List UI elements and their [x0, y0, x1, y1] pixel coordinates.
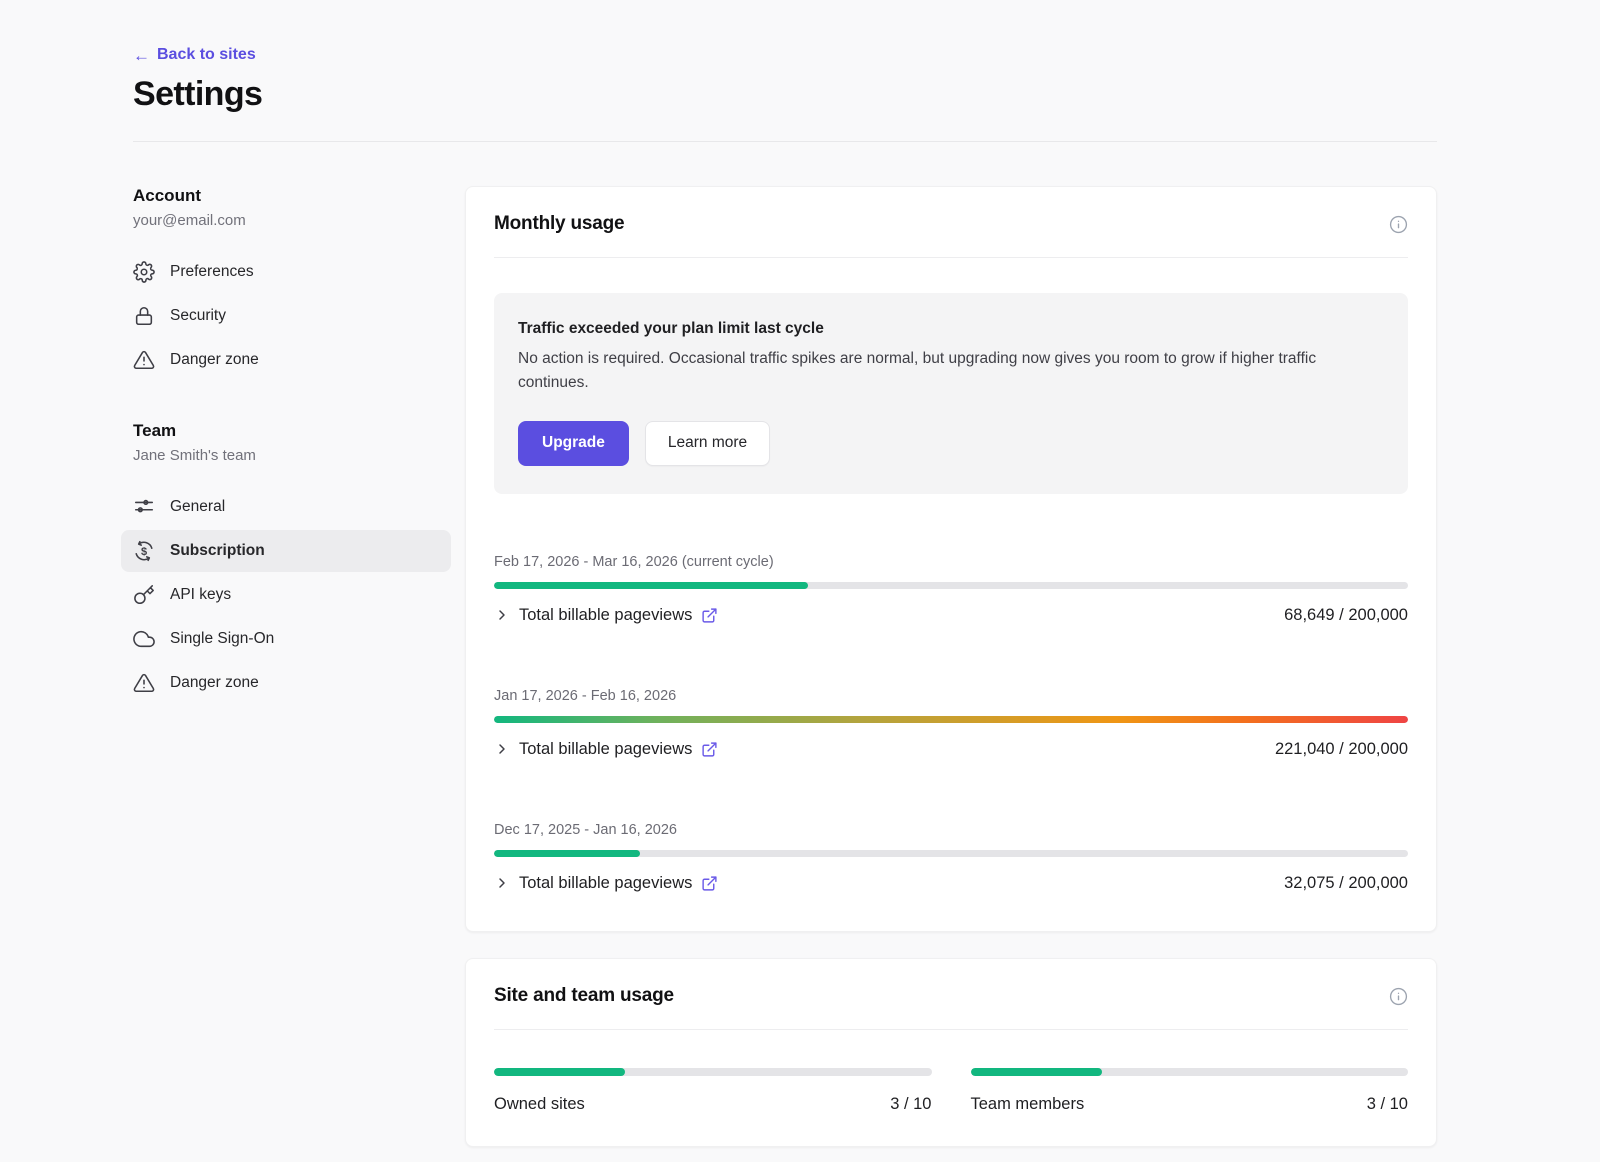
usage-value: 32,075 / 200,000: [1284, 874, 1408, 893]
usage-progress-track: [494, 850, 1408, 857]
notice-title: Traffic exceeded your plan limit last cy…: [518, 320, 1384, 338]
sidebar-item-general[interactable]: General: [121, 486, 451, 528]
usage-progress-track: [494, 716, 1408, 723]
sidebar-item-label: API keys: [170, 586, 231, 604]
sidebar-item-label: Danger zone: [170, 674, 259, 692]
svg-text:$: $: [141, 545, 147, 557]
lock-icon: [133, 305, 155, 327]
notice-body: No action is required. Occasional traffi…: [518, 347, 1384, 395]
card-divider: [494, 1029, 1408, 1030]
sidebar-item-account-danger-zone[interactable]: Danger zone: [121, 339, 451, 381]
sidebar-item-single-sign-on[interactable]: Single Sign-On: [121, 618, 451, 660]
metric-label: Total billable pageviews: [519, 740, 692, 759]
site-team-usage-card: Site and team usage Owned sites 3 / 10: [465, 958, 1437, 1147]
team-members-value: 3 / 10: [1367, 1095, 1408, 1114]
back-link-label: Back to sites: [157, 46, 256, 64]
usage-cycle-current: Feb 17, 2026 - Mar 16, 2026 (current cyc…: [494, 554, 1408, 625]
account-email: your@email.com: [133, 212, 439, 229]
sidebar-item-api-keys[interactable]: API keys: [121, 574, 451, 616]
usage-value: 221,040 / 200,000: [1275, 740, 1408, 759]
team-members-meter: Team members 3 / 10: [971, 1068, 1409, 1114]
sidebar-item-label: Security: [170, 307, 226, 325]
page-title: Settings: [133, 75, 1437, 114]
team-members-progress-track: [971, 1068, 1409, 1076]
owned-sites-progress-fill: [494, 1068, 625, 1076]
owned-sites-progress-track: [494, 1068, 932, 1076]
sliders-icon: [133, 496, 155, 518]
cloud-icon: [133, 628, 155, 650]
sidebar-item-subscription[interactable]: $ Subscription: [121, 530, 451, 572]
monthly-usage-card: Monthly usage Traffic exceeded your plan…: [465, 186, 1437, 932]
upgrade-button[interactable]: Upgrade: [518, 421, 629, 466]
owned-sites-label: Owned sites: [494, 1095, 585, 1114]
account-section-title: Account: [133, 186, 439, 206]
metric-label: Total billable pageviews: [519, 606, 692, 625]
warning-triangle-icon: [133, 672, 155, 694]
gear-icon: [133, 261, 155, 283]
sidebar-item-label: Preferences: [170, 263, 254, 281]
sidebar-item-label: Single Sign-On: [170, 630, 274, 648]
team-members-label: Team members: [971, 1095, 1085, 1114]
site-team-usage-title: Site and team usage: [494, 985, 674, 1007]
traffic-exceeded-notice: Traffic exceeded your plan limit last cy…: [494, 293, 1408, 494]
settings-sidebar: Account your@email.com Preferences Secur…: [133, 186, 439, 744]
billable-pageviews-toggle[interactable]: Total billable pageviews: [494, 606, 718, 625]
sidebar-item-label: General: [170, 498, 225, 516]
usage-progress-fill: [494, 850, 640, 857]
external-link-icon[interactable]: [701, 741, 718, 758]
learn-more-button[interactable]: Learn more: [645, 421, 770, 466]
chevron-right-icon: [494, 607, 510, 623]
team-section: Team Jane Smith's team General $ Subscri…: [133, 421, 439, 704]
info-icon[interactable]: [1389, 987, 1408, 1006]
cycle-period: Jan 17, 2026 - Feb 16, 2026: [494, 688, 1408, 704]
sidebar-item-team-danger-zone[interactable]: Danger zone: [121, 662, 451, 704]
monthly-usage-title: Monthly usage: [494, 213, 624, 235]
back-arrow-icon: ←: [133, 47, 150, 64]
usage-progress-fill: [494, 582, 808, 589]
billable-pageviews-toggle[interactable]: Total billable pageviews: [494, 740, 718, 759]
cycle-period: Feb 17, 2026 - Mar 16, 2026 (current cyc…: [494, 554, 1408, 570]
account-section: Account your@email.com Preferences Secur…: [133, 186, 439, 381]
settings-page: ← Back to sites Settings Account your@em…: [0, 0, 1600, 1147]
sidebar-item-security[interactable]: Security: [121, 295, 451, 337]
sidebar-item-preferences[interactable]: Preferences: [121, 251, 451, 293]
team-members-progress-fill: [971, 1068, 1102, 1076]
external-link-icon[interactable]: [701, 607, 718, 624]
dollar-refresh-icon: $: [133, 540, 155, 562]
chevron-right-icon: [494, 741, 510, 757]
usage-cycle-older: Dec 17, 2025 - Jan 16, 2026 Total billab…: [494, 822, 1408, 893]
usage-progress-track: [494, 582, 1408, 589]
key-icon: [133, 584, 155, 606]
owned-sites-meter: Owned sites 3 / 10: [494, 1068, 932, 1114]
info-icon[interactable]: [1389, 215, 1408, 234]
usage-cycle-previous: Jan 17, 2026 - Feb 16, 2026 Total billab…: [494, 688, 1408, 759]
metric-label: Total billable pageviews: [519, 874, 692, 893]
back-to-sites-link[interactable]: ← Back to sites: [133, 46, 256, 64]
team-name: Jane Smith's team: [133, 447, 439, 464]
usage-progress-fill-overlimit: [494, 716, 1408, 723]
team-section-title: Team: [133, 421, 439, 441]
sidebar-item-label: Subscription: [170, 542, 265, 560]
sidebar-item-label: Danger zone: [170, 351, 259, 369]
header-divider: [133, 141, 1437, 142]
warning-triangle-icon: [133, 349, 155, 371]
chevron-right-icon: [494, 875, 510, 891]
owned-sites-value: 3 / 10: [890, 1095, 931, 1114]
card-divider: [494, 257, 1408, 258]
billable-pageviews-toggle[interactable]: Total billable pageviews: [494, 874, 718, 893]
external-link-icon[interactable]: [701, 875, 718, 892]
cycle-period: Dec 17, 2025 - Jan 16, 2026: [494, 822, 1408, 838]
usage-value: 68,649 / 200,000: [1284, 606, 1408, 625]
